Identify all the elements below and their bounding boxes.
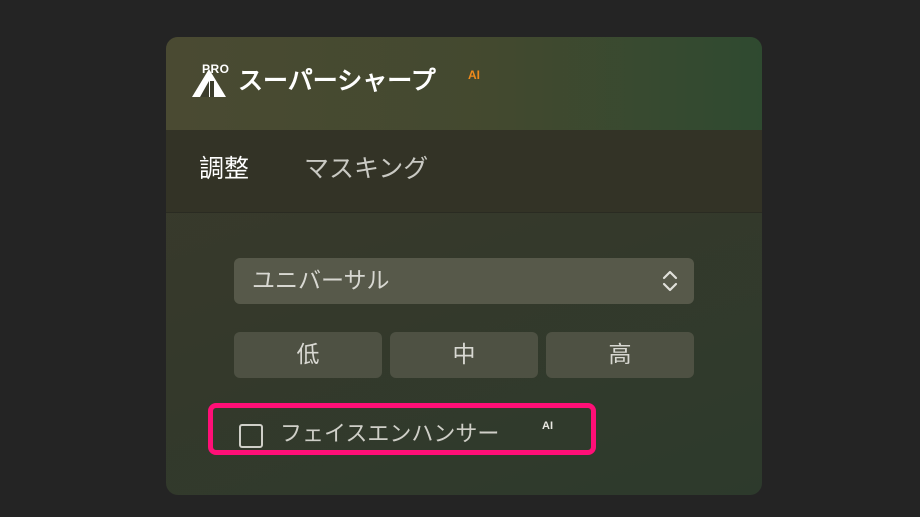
tab-adjust[interactable]: 調整	[199, 152, 249, 186]
pro-badge: PRO	[202, 62, 230, 76]
strength-low-button[interactable]: 低	[234, 332, 382, 378]
panel-title: スーパーシャープ	[238, 66, 436, 95]
highlight-annotation-box	[208, 403, 596, 455]
mode-select[interactable]: ユニバーサル	[234, 258, 694, 304]
tab-bar: 調整 マスキング	[166, 130, 762, 213]
mode-select-value: ユニバーサル	[252, 268, 390, 294]
chevron-updown-icon	[662, 270, 678, 292]
title-ai-badge: AI	[468, 68, 480, 82]
tab-masking[interactable]: マスキング	[304, 152, 428, 186]
strength-high-button[interactable]: 高	[546, 332, 694, 378]
panel-header: PRO スーパーシャープ AI	[166, 37, 762, 130]
strength-mid-button[interactable]: 中	[390, 332, 538, 378]
